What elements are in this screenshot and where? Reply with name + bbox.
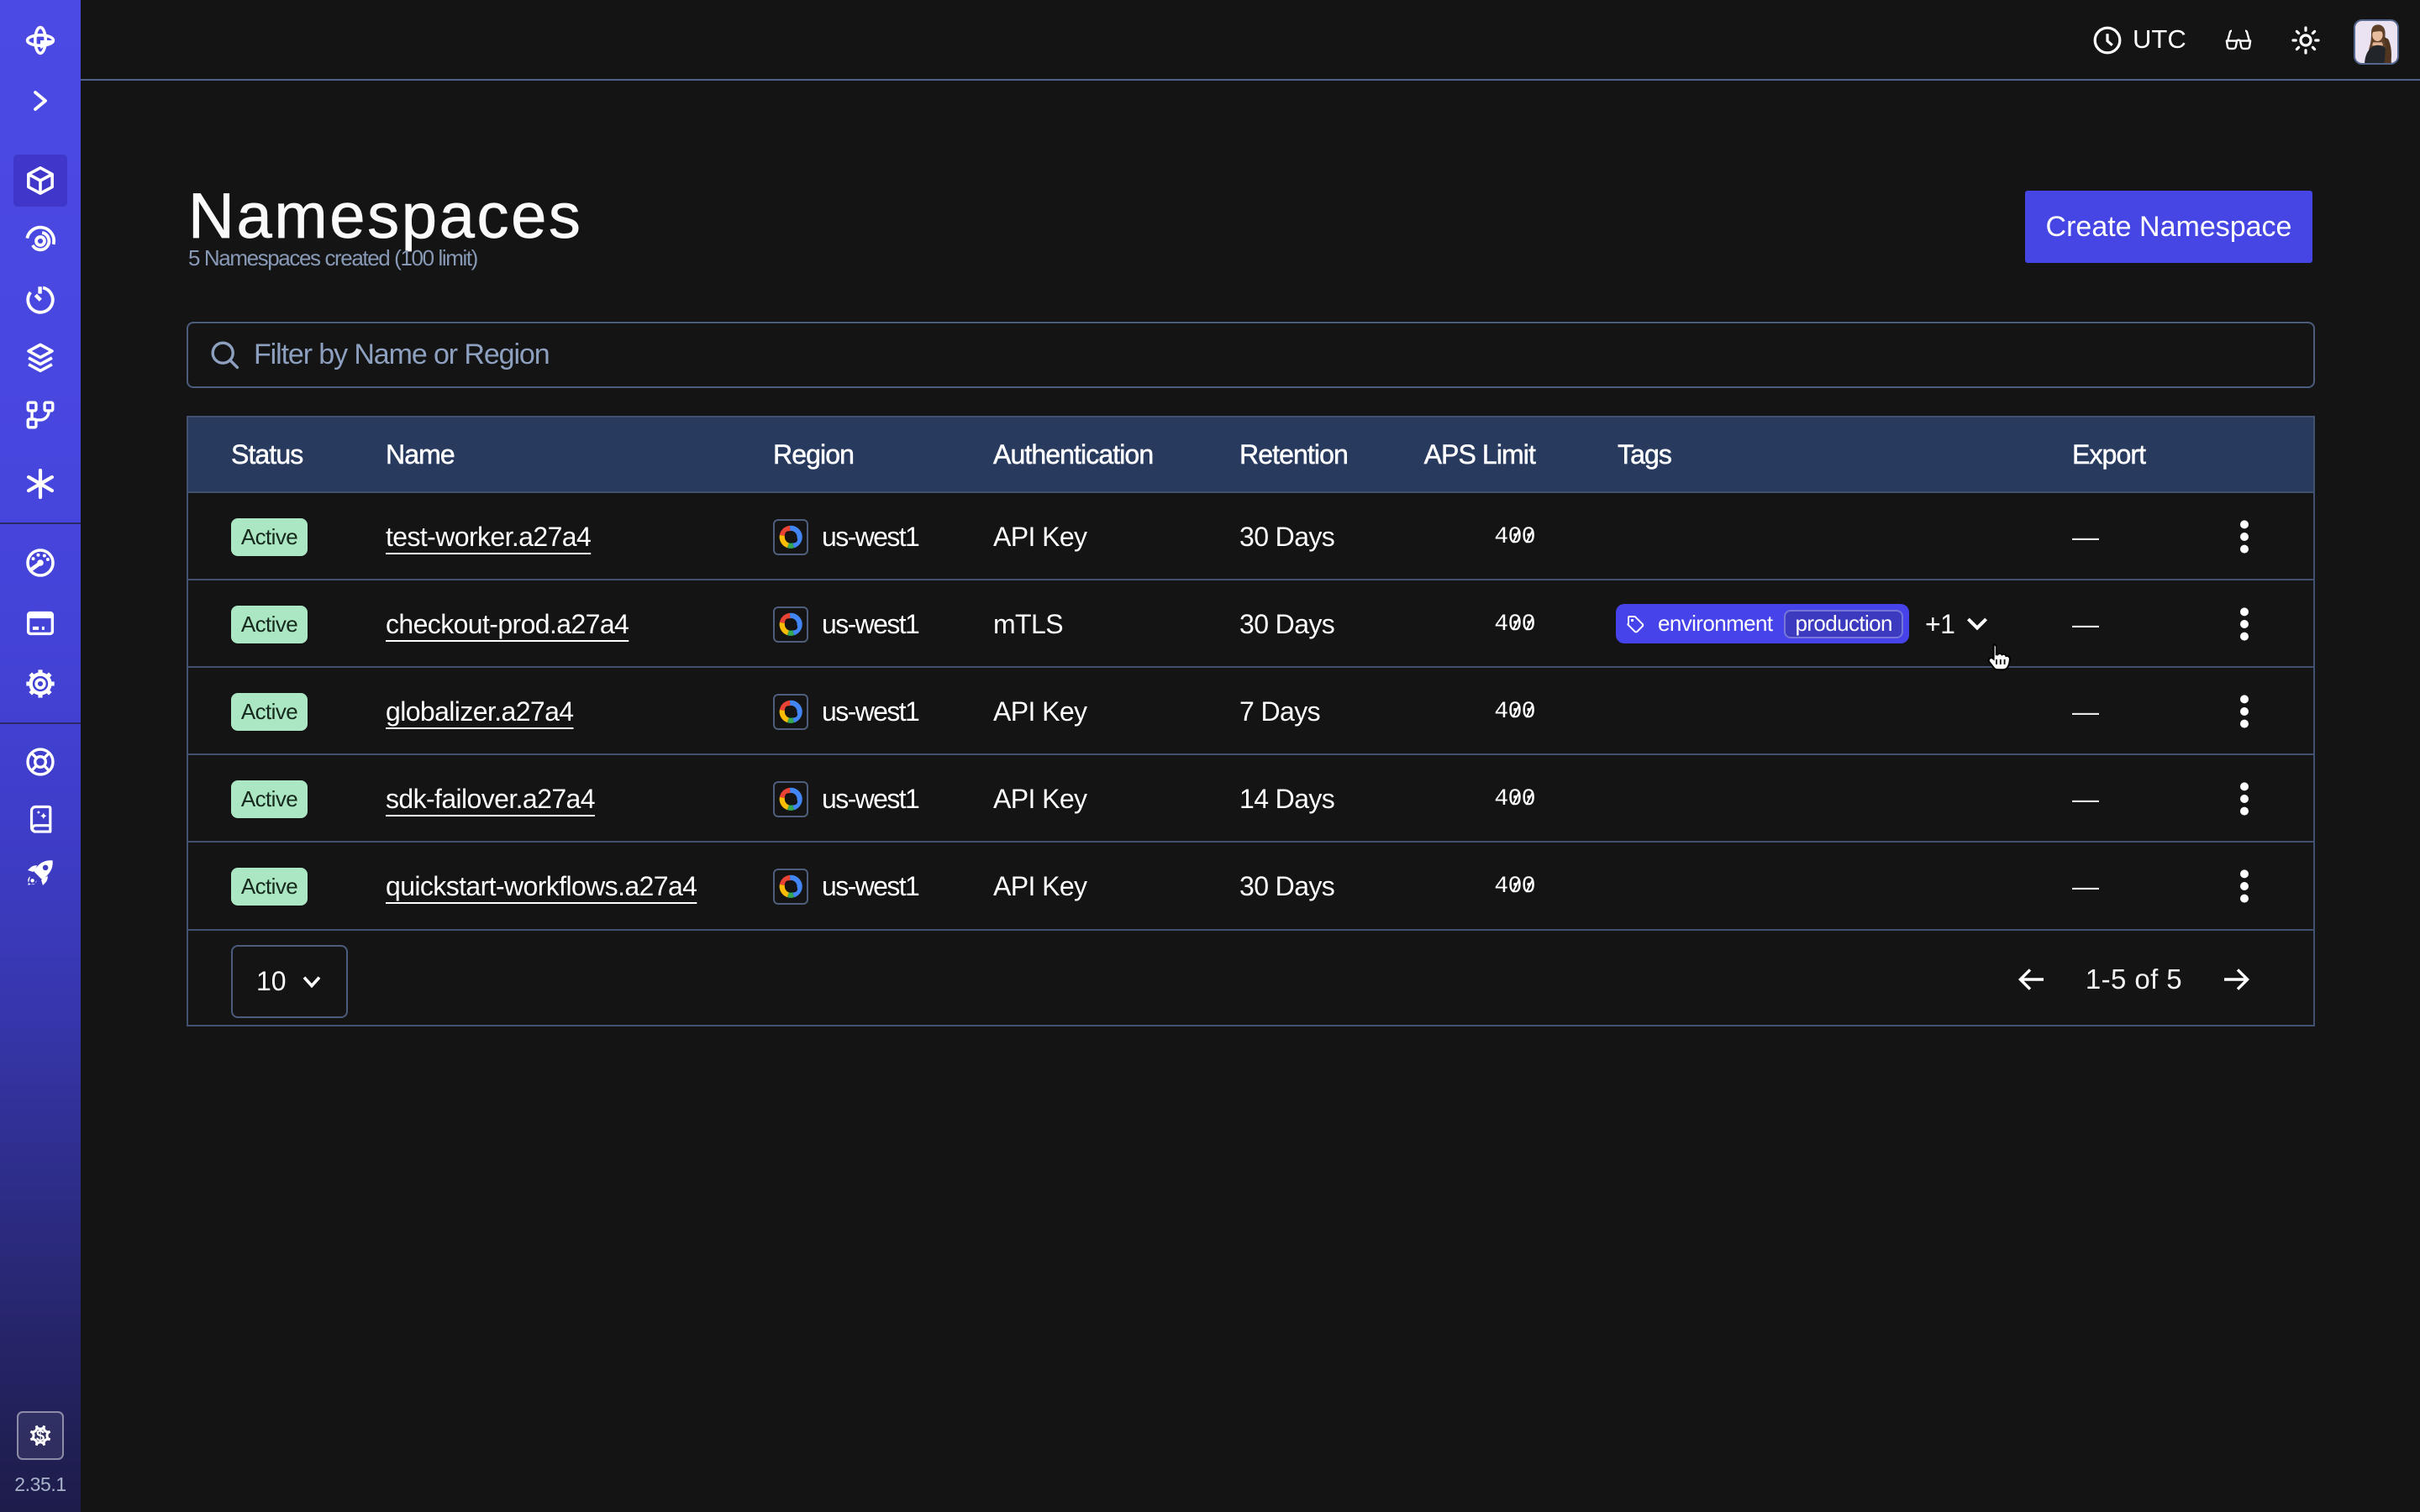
svg-text:$: $ (36, 1427, 45, 1444)
